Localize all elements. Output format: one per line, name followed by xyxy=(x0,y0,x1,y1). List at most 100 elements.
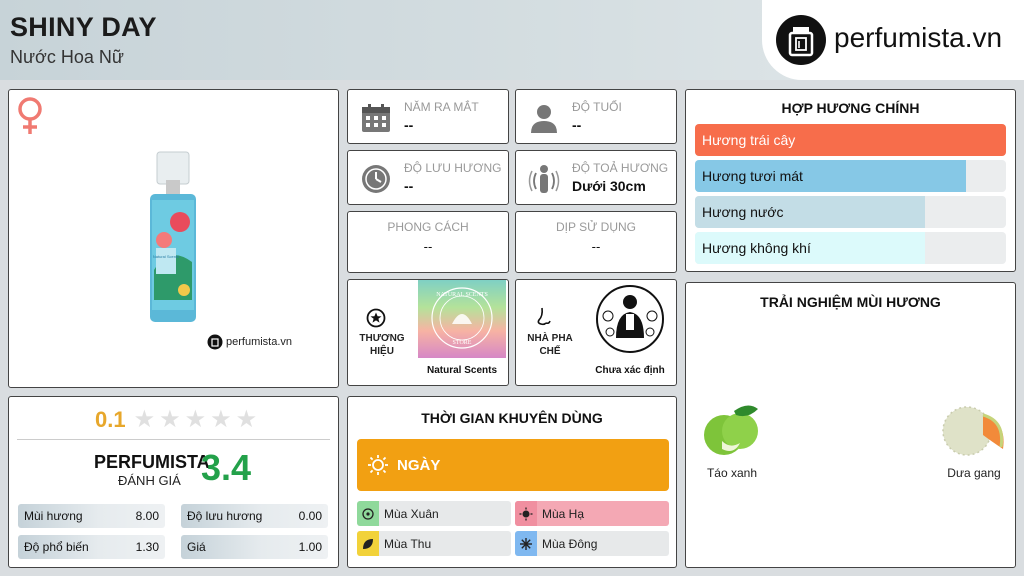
metric-label: Độ phổ biến xyxy=(24,540,89,554)
snowflake-icon xyxy=(515,531,537,556)
star-icon[interactable]: ★ xyxy=(159,408,181,432)
metric-label: Mùi hương xyxy=(24,509,83,523)
rating-divider xyxy=(17,439,330,440)
scent-experience-card: TRẢI NGHIỆM MÙI HƯƠNG Táo xanh Dưa gang xyxy=(685,282,1016,568)
nose-icon xyxy=(534,306,554,333)
accord-label: Hương không khí xyxy=(702,240,811,256)
release-year-label: NĂM RA MẮT xyxy=(404,100,479,114)
melon-icon[interactable] xyxy=(941,397,1007,466)
rating-card: 0.1 ★ ★ ★ ★ ★ PERFUMISTA ĐÁNH GIÁ 3.4 Mù… xyxy=(8,396,339,568)
sillage-person-icon xyxy=(528,163,560,195)
age-value: -- xyxy=(572,117,582,133)
note-label-green-apple: Táo xanh xyxy=(706,466,758,480)
metric-label: Độ lưu hương xyxy=(187,509,263,523)
occasion-value: -- xyxy=(591,239,601,254)
longevity-value: -- xyxy=(404,178,414,194)
bottle-brand-text: Natural Scents xyxy=(153,254,179,259)
metric-popularity: Độ phổ biến 1.30 xyxy=(18,535,165,559)
metric-value: 0.00 xyxy=(298,509,322,523)
perfumista-label: PERFUMISTA xyxy=(94,452,210,472)
image-watermark: perfumista.vn xyxy=(207,334,292,350)
sillage-label: ĐỘ TOẢ HƯƠNG xyxy=(572,161,669,175)
metric-longevity: Độ lưu hương 0.00 xyxy=(181,504,328,528)
season-spring: Mùa Xuân xyxy=(357,501,511,526)
accord-bar: Hương tươi mát xyxy=(695,160,1006,192)
brand-logo[interactable]: perfumista.vn xyxy=(762,0,1024,80)
star-icon[interactable]: ★ xyxy=(134,408,156,432)
perfume-bottle-logo-icon xyxy=(776,15,826,65)
recommended-time-card: THỜI GIAN KHUYÊN DÙNG NGÀY Mùa Xuân Mùa … xyxy=(347,396,677,568)
main-accords-title: HỢP HƯƠNG CHÍNH xyxy=(781,100,920,116)
recommended-time-title: THỜI GIAN KHUYÊN DÙNG xyxy=(421,410,603,426)
metric-value: 1.30 xyxy=(135,540,159,554)
metric-scent: Mùi hương 8.00 xyxy=(18,504,165,528)
day-time-badge: NGÀY xyxy=(357,439,669,491)
brand-logo-top-text: NATURAL SCENTS xyxy=(436,292,488,298)
longevity-label: ĐỘ LƯU HƯƠNG xyxy=(404,161,502,175)
user-rating-row: 0.1 ★ ★ ★ ★ ★ xyxy=(95,407,257,433)
logo-text: perfumista.vn xyxy=(834,22,1003,53)
watermark-text: perfumista.vn xyxy=(226,336,293,348)
longevity-card: ĐỘ LƯU HƯƠNG -- xyxy=(347,150,509,205)
accord-bar: Hương trái cây xyxy=(695,124,1006,156)
leaf-icon xyxy=(357,531,379,556)
metric-label: Giá xyxy=(187,540,206,554)
occasion-card: DỊP SỬ DỤNG -- xyxy=(515,211,677,273)
star-icon[interactable]: ★ xyxy=(210,408,232,432)
metric-price: Giá 1.00 xyxy=(181,535,328,559)
accord-bar: Hương không khí xyxy=(695,232,1006,264)
style-card: PHONG CÁCH -- xyxy=(347,211,509,273)
style-value: -- xyxy=(423,239,433,254)
sun-icon xyxy=(515,501,537,526)
perfumista-score: 3.4 xyxy=(201,447,252,488)
star-icon[interactable]: ★ xyxy=(236,408,258,432)
day-label: NGÀY xyxy=(397,456,441,474)
product-subtitle: Nước Hoa Nữ xyxy=(10,47,124,67)
release-year-value: -- xyxy=(404,117,414,133)
sillage-card: ĐỘ TOẢ HƯƠNG Dưới 30cm xyxy=(515,150,677,205)
accord-label: Hương tươi mát xyxy=(702,168,803,184)
perfumer-label: NHÀ PHA CHẾ xyxy=(527,333,573,357)
product-bottle-image: Natural Scents xyxy=(144,150,202,330)
accord-bar: Hương nước xyxy=(695,196,1006,228)
calendar-icon xyxy=(360,102,392,134)
brand-card[interactable]: THƯƠNG HIỆU NATURAL SCENTS STORE Natural… xyxy=(347,279,509,386)
product-image-card: Natural Scents perfumista.vn xyxy=(8,89,339,388)
season-winter: Mùa Đông xyxy=(515,531,669,556)
release-year-card: NĂM RA MẮT -- xyxy=(347,89,509,144)
brand-label: THƯƠNG HIỆU xyxy=(359,333,405,357)
female-symbol-icon xyxy=(15,96,45,141)
user-score: 0.1 xyxy=(95,407,126,432)
page-header: SHINY DAY Nước Hoa Nữ perfumista.vn xyxy=(0,0,1024,80)
metric-value: 8.00 xyxy=(135,509,159,523)
sun-icon xyxy=(368,455,388,475)
perfumer-card[interactable]: NHÀ PHA CHẾ Chưa xác định xyxy=(515,279,677,386)
scent-experience-title: TRẢI NGHIỆM MÙI HƯƠNG xyxy=(760,294,941,310)
person-icon xyxy=(528,102,560,134)
green-apple-icon[interactable] xyxy=(700,397,764,466)
accord-label: Hương trái cây xyxy=(702,132,796,148)
age-card: ĐỘ TUỔI -- xyxy=(515,89,677,144)
perfumer-name[interactable]: Chưa xác định xyxy=(582,365,678,376)
sillage-value: Dưới 30cm xyxy=(572,178,646,194)
metric-value: 1.00 xyxy=(298,540,322,554)
flower-icon xyxy=(357,501,379,526)
note-label-melon: Dưa gang xyxy=(947,466,1001,480)
star-badge-icon xyxy=(366,308,386,333)
star-icon[interactable]: ★ xyxy=(185,408,207,432)
style-label: PHONG CÁCH xyxy=(387,220,469,234)
clock-icon xyxy=(360,163,392,195)
perfumer-image[interactable] xyxy=(586,280,674,358)
brand-logo-bottom-text: STORE xyxy=(453,340,472,346)
season-summer: Mùa Hạ xyxy=(515,501,669,526)
season-autumn: Mùa Thu xyxy=(357,531,511,556)
product-title: SHINY DAY xyxy=(10,12,157,42)
main-accords-card: HỢP HƯƠNG CHÍNH Hương trái cây Hương tươi… xyxy=(685,89,1016,272)
accord-label: Hương nước xyxy=(702,204,784,220)
occasion-label: DỊP SỬ DỤNG xyxy=(555,220,637,234)
brand-name[interactable]: Natural Scents xyxy=(414,365,510,376)
perfumista-sublabel: ĐÁNH GIÁ xyxy=(118,473,181,488)
brand-logo-image[interactable]: NATURAL SCENTS STORE xyxy=(418,280,506,358)
age-label: ĐỘ TUỔI xyxy=(572,100,622,114)
watermark-logo-icon xyxy=(207,334,223,350)
